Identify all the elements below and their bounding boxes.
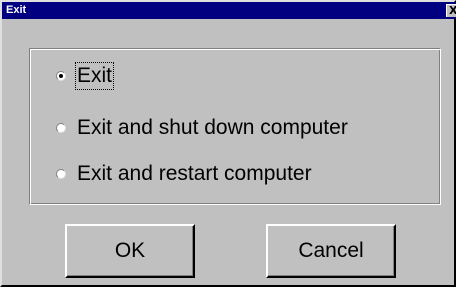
radio-button[interactable] xyxy=(56,169,66,179)
close-icon: X xyxy=(449,5,456,17)
radio-button-checked[interactable] xyxy=(56,71,66,81)
radio-option-exit[interactable]: Exit xyxy=(56,62,115,90)
window-title: Exit xyxy=(6,4,27,16)
radio-option-shutdown[interactable]: Exit and shut down computer xyxy=(56,115,348,141)
exit-dialog: Exit X Exit Exit and shut down computer … xyxy=(0,0,456,287)
radio-label-shutdown[interactable]: Exit and shut down computer xyxy=(77,116,348,140)
radio-button[interactable] xyxy=(56,123,66,133)
radio-option-restart[interactable]: Exit and restart computer xyxy=(56,161,312,187)
cancel-button[interactable]: Cancel xyxy=(266,224,396,278)
radio-label-exit[interactable]: Exit xyxy=(74,62,115,90)
close-button[interactable]: X xyxy=(446,4,456,17)
title-bar[interactable]: Exit X xyxy=(2,2,456,19)
ok-button[interactable]: OK xyxy=(65,224,195,278)
radio-label-restart[interactable]: Exit and restart computer xyxy=(77,162,312,186)
